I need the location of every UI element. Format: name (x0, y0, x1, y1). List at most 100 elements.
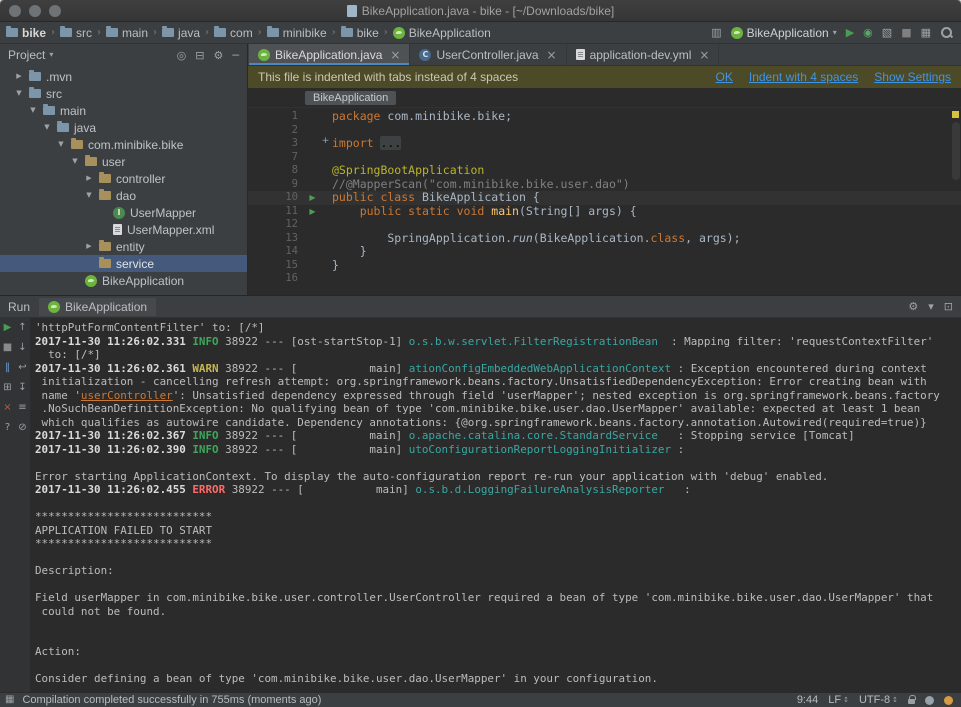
line-separator-widget[interactable]: LF ↕ (828, 694, 849, 706)
breadcrumb-item-main[interactable]: main (106, 26, 148, 40)
close-button[interactable]: × (3, 403, 11, 413)
console-line: Action: (35, 645, 961, 659)
tree-item-usermapper-xml[interactable]: UserMapper.xml (0, 221, 247, 238)
tree-item-label: src (46, 87, 62, 101)
coverage-button[interactable]: ▧ (882, 27, 892, 38)
banner-indent-link[interactable]: Indent with 4 spaces (749, 70, 858, 84)
collapse-all-icon[interactable]: ⊟ (195, 50, 204, 61)
print-button[interactable]: ≡ (18, 403, 26, 413)
run-gutter-icon[interactable]: ▶ (306, 191, 319, 205)
code-line: 2 (248, 124, 961, 138)
tab-bikeapplication-java[interactable]: BikeApplication.java× (249, 44, 410, 65)
close-tab-icon[interactable]: × (547, 49, 557, 61)
chevron-collapsed-icon[interactable]: ▶ (84, 243, 94, 250)
tree-item-main[interactable]: ▼ main (0, 102, 247, 119)
restore-layout-button[interactable]: ⊞ (3, 383, 11, 393)
chevron-expanded-icon[interactable]: ▼ (56, 141, 66, 148)
tree-item-mvn[interactable]: ▶.mvn (0, 68, 247, 85)
editor-scrollbar[interactable] (952, 122, 960, 180)
stop-button[interactable]: ■ (3, 343, 12, 353)
breadcrumb-separator-icon: › (384, 28, 388, 38)
breadcrumb-item-java[interactable]: java (162, 26, 200, 40)
hector-inspections-icon[interactable] (925, 696, 934, 705)
soft-wrap-button[interactable]: ↩ (18, 363, 26, 373)
tree-item-src[interactable]: ▼ src (0, 85, 247, 102)
tab-usercontroller-java[interactable]: UserController.java× (410, 44, 566, 65)
hide-panel-icon[interactable]: ─ (232, 50, 239, 61)
encoding-widget[interactable]: UTF-8 ↕ (859, 694, 898, 706)
run-button[interactable]: ▶ (846, 27, 854, 38)
chevron-down-icon[interactable]: ▾ (928, 301, 934, 312)
tree-item-user[interactable]: ▼user (0, 153, 247, 170)
tree-item-label: main (60, 104, 86, 118)
run-configuration-selector[interactable]: BikeApplication▾ (731, 26, 837, 40)
tree-item-controller[interactable]: ▶controller (0, 170, 247, 187)
run-tab-bikeapplication[interactable]: BikeApplication (39, 298, 156, 316)
tab-application-dev-yml[interactable]: application-dev.yml× (567, 44, 720, 65)
tool-window-switcher-icon[interactable]: ▦ (5, 695, 14, 705)
fold-slot (319, 178, 332, 192)
breadcrumb-class-chip[interactable]: BikeApplication (305, 91, 396, 105)
tree-item-dao[interactable]: ▼dao (0, 187, 247, 204)
locate-file-icon[interactable]: ◎ (177, 50, 187, 61)
run-panel-toolbar: ⚙ ▾ ⊡ (908, 301, 953, 312)
banner-show-settings-link[interactable]: Show Settings (874, 70, 951, 84)
project-panel-title[interactable]: Project (8, 48, 45, 62)
rerun-button[interactable]: ▶ (4, 323, 12, 333)
chevron-down-icon[interactable]: ▾ (49, 51, 53, 59)
up-stack-trace-button[interactable]: ↑ (18, 323, 26, 333)
breadcrumb-separator-icon: › (51, 28, 55, 38)
breadcrumb-item-com[interactable]: com (214, 26, 253, 40)
chevron-expanded-icon[interactable]: ▼ (28, 107, 38, 114)
console-link[interactable]: userController (81, 389, 173, 402)
settings-icon[interactable]: ⚙ (908, 301, 918, 312)
minimize-window-button[interactable] (29, 5, 41, 17)
breadcrumb-item-minibike[interactable]: minibike (267, 26, 327, 40)
settings-icon[interactable]: ⚙ (214, 50, 224, 61)
breadcrumb-item-bikeapplication[interactable]: BikeApplication (393, 26, 491, 40)
chevron-expanded-icon[interactable]: ▼ (14, 90, 24, 97)
warning-stripe-mark[interactable] (952, 111, 959, 118)
clear-all-button[interactable]: ⊘ (18, 423, 26, 433)
zoom-window-button[interactable] (49, 5, 61, 17)
banner-ok-link[interactable]: OK (716, 70, 733, 84)
chevron-expanded-icon[interactable]: ▼ (84, 192, 94, 199)
console-line: could not be found. (35, 605, 961, 619)
run-console[interactable]: 'httpPutFormContentFilter' to: [/*]2017-… (31, 318, 961, 692)
run-gutter-icon[interactable]: ▶ (306, 205, 319, 219)
tree-item-usermapper[interactable]: UserMapper (0, 204, 247, 221)
breadcrumb-item-src[interactable]: src (60, 26, 92, 40)
chevron-collapsed-icon[interactable]: ▶ (14, 73, 24, 80)
search-icon[interactable] (940, 26, 953, 39)
stop-button[interactable]: ■ (901, 27, 911, 38)
tree-item-service[interactable]: service (0, 255, 247, 272)
pause-output-button[interactable]: ‖ (5, 363, 10, 373)
event-notification-dot[interactable] (944, 696, 953, 705)
chevron-collapsed-icon[interactable]: ▶ (84, 175, 94, 182)
debug-bug-icon[interactable]: ◉ (863, 27, 873, 38)
close-tab-icon[interactable]: × (390, 49, 400, 61)
interface-icon (113, 207, 125, 219)
code-editor[interactable]: 1package com.minibike.bike;23+import ...… (248, 108, 961, 295)
console-line: APPLICATION FAILED TO START (35, 524, 961, 538)
chevron-expanded-icon[interactable]: ▼ (42, 124, 52, 131)
fold-slot (319, 205, 332, 219)
window-layout-icon[interactable]: ▥ (711, 27, 721, 38)
tree-item-entity[interactable]: ▶entity (0, 238, 247, 255)
lock-icon[interactable] (908, 699, 915, 704)
close-tab-icon[interactable]: × (699, 49, 709, 61)
tree-item-com-minibike-bike[interactable]: ▼com.minibike.bike (0, 136, 247, 153)
chevron-expanded-icon[interactable]: ▼ (70, 158, 80, 165)
down-stack-trace-button[interactable]: ↓ (18, 343, 26, 353)
fold-icon[interactable]: + (319, 137, 332, 151)
tool-windows-icon[interactable]: ▦ (921, 27, 931, 38)
scroll-to-end-button[interactable]: ↧ (18, 383, 26, 393)
help-button[interactable]: ? (5, 423, 10, 433)
close-window-button[interactable] (9, 5, 21, 17)
folder-icon (29, 89, 41, 98)
float-window-icon[interactable]: ⊡ (944, 301, 953, 312)
breadcrumb-item-bike[interactable]: bike (341, 26, 379, 40)
tree-item-java[interactable]: ▼java (0, 119, 247, 136)
breadcrumb-item-bike[interactable]: bike (6, 26, 46, 40)
tree-item-bikeapplication[interactable]: BikeApplication (0, 272, 247, 289)
